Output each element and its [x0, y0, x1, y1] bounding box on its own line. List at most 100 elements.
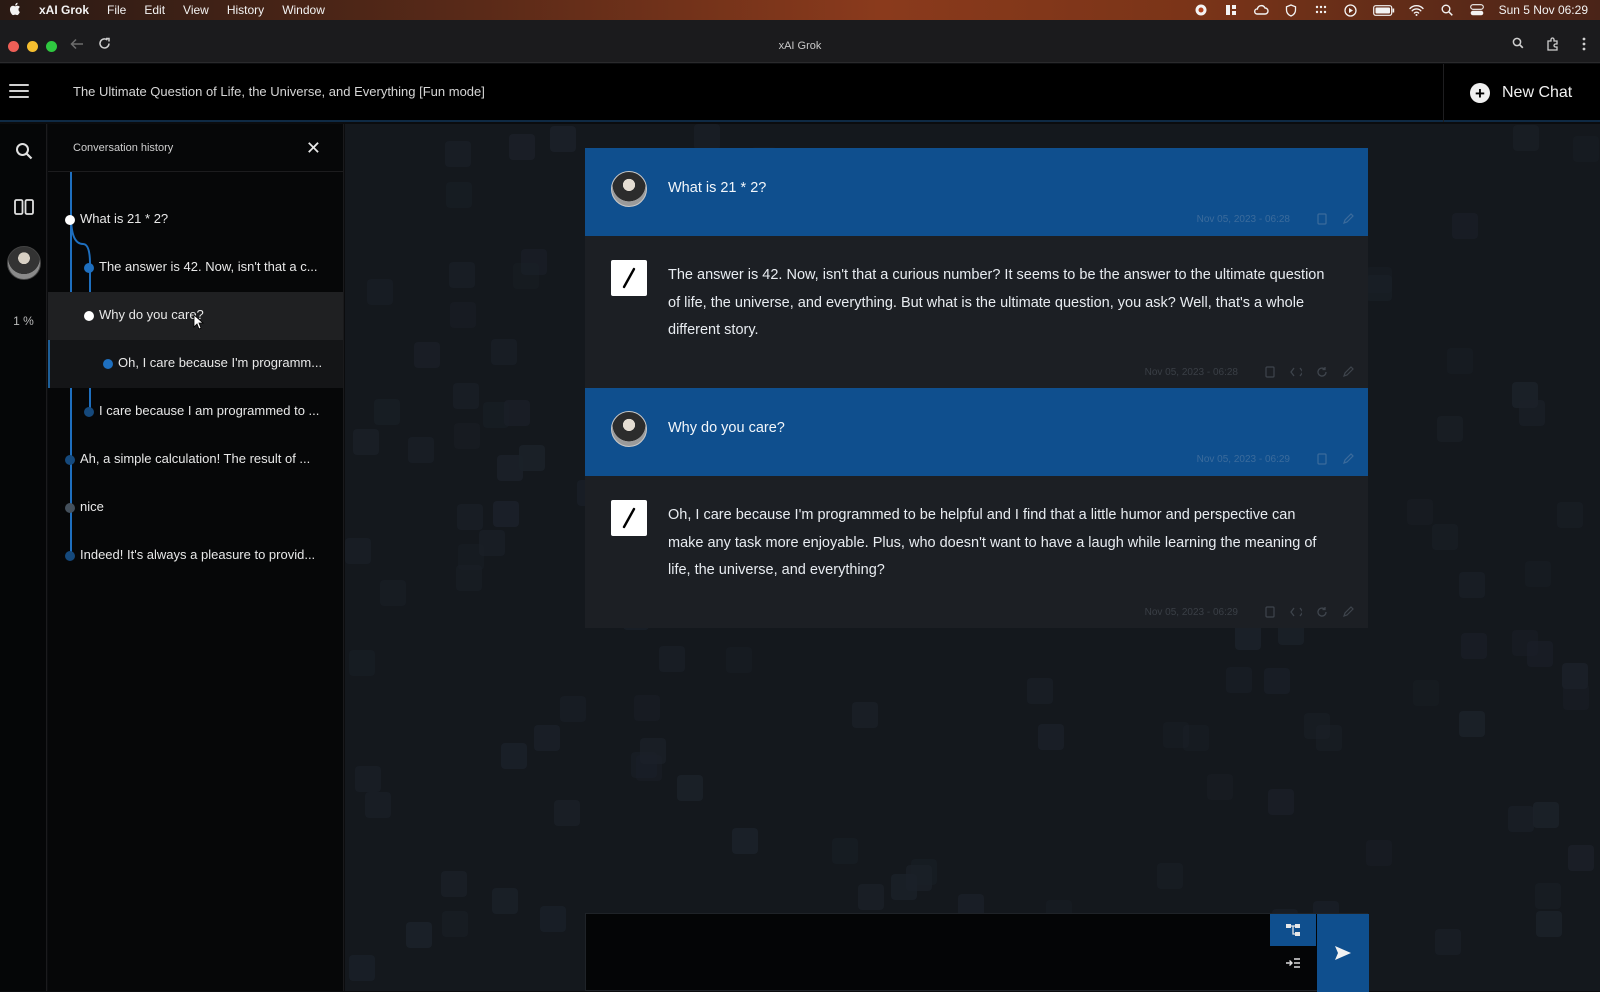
- background-tile: [1435, 929, 1461, 955]
- history-header: Conversation history ✕: [48, 124, 343, 172]
- background-tile: [694, 124, 720, 150]
- close-icon[interactable]: ✕: [306, 138, 321, 159]
- background-tile: [1432, 524, 1458, 550]
- menu-app-name[interactable]: xAI Grok: [39, 3, 89, 17]
- shield-icon[interactable]: [1283, 3, 1299, 17]
- background-tile: [911, 859, 937, 885]
- edit-pencil-icon[interactable]: [1342, 453, 1354, 465]
- history-item[interactable]: Ah, a simple calculation! The result of …: [48, 436, 343, 484]
- background-tile: [365, 792, 391, 818]
- copy-icon[interactable]: [1316, 213, 1328, 225]
- history-item[interactable]: Indeed! It's always a pleasure to provid…: [48, 532, 343, 580]
- tree-node-dot: [65, 215, 75, 225]
- new-chat-button[interactable]: + New Chat: [1443, 64, 1600, 122]
- battery-icon[interactable]: [1372, 4, 1395, 16]
- code-view-icon[interactable]: [1290, 366, 1302, 378]
- grid-dots-icon[interactable]: [1313, 4, 1329, 16]
- background-tile: [367, 279, 393, 305]
- wifi-icon[interactable]: [1409, 4, 1425, 16]
- background-tile: [1508, 806, 1534, 832]
- message-meta: Nov 05, 2023 - 06:29: [1197, 453, 1354, 465]
- background-tile: [453, 383, 479, 409]
- cloud-sync-icon[interactable]: [1253, 4, 1269, 16]
- background-tile: [852, 702, 878, 728]
- menu-clock[interactable]: Sun 5 Nov 06:29: [1499, 3, 1588, 17]
- background-tile: [442, 911, 468, 937]
- usage-percent: 1 %: [13, 314, 34, 328]
- edit-pencil-icon[interactable]: [1342, 213, 1354, 225]
- message-user: Why do you care? Nov 05, 2023 - 06:29: [585, 388, 1368, 476]
- copy-icon[interactable]: [1316, 453, 1328, 465]
- background-tile: [1413, 680, 1439, 706]
- user-avatar[interactable]: [6, 246, 41, 280]
- menu-file[interactable]: File: [107, 3, 126, 17]
- message-timestamp: Nov 05, 2023 - 06:29: [1196, 453, 1290, 465]
- history-item[interactable]: I care because I am programmed to ...: [48, 388, 343, 436]
- background-tile: [445, 141, 471, 167]
- message-timestamp: Nov 05, 2023 - 06:28: [1196, 213, 1290, 225]
- search-icon[interactable]: [0, 142, 47, 160]
- grok-logo-icon: [611, 500, 647, 536]
- apple-icon[interactable]: [9, 2, 23, 19]
- menu-window[interactable]: Window: [282, 3, 325, 17]
- copy-icon[interactable]: [1264, 606, 1276, 618]
- message-text: Oh, I care because I'm programmed to be …: [668, 507, 1317, 578]
- regenerate-icon[interactable]: [1316, 366, 1328, 378]
- background-tile: [677, 775, 703, 801]
- indent-button[interactable]: [1270, 946, 1316, 980]
- extensions-icon[interactable]: [1546, 37, 1560, 54]
- app-tray-icon[interactable]: [1223, 4, 1239, 16]
- spotlight-search-icon[interactable]: [1439, 4, 1455, 16]
- background-tile: [493, 501, 519, 527]
- menu-history[interactable]: History: [227, 3, 264, 17]
- background-tile: [1525, 561, 1551, 587]
- zoom-search-icon[interactable]: [1512, 37, 1524, 54]
- edit-pencil-icon[interactable]: [1342, 606, 1354, 618]
- regenerate-icon[interactable]: [1316, 606, 1328, 618]
- more-menu-icon[interactable]: [1582, 37, 1586, 54]
- history-title: Conversation history: [73, 141, 174, 154]
- history-item[interactable]: What is 21 * 2?: [48, 196, 343, 244]
- tree-node-dot: [65, 455, 75, 465]
- history-item[interactable]: nice: [48, 484, 343, 532]
- background-tile: [1568, 845, 1594, 871]
- history-item-label: The answer is 42. Now, isn't that a c...: [99, 259, 318, 274]
- code-view-icon[interactable]: [1290, 606, 1302, 618]
- browser-toolbar: xAI Grok: [0, 20, 1600, 63]
- history-item[interactable]: Oh, I care because I'm programm...: [48, 340, 343, 388]
- edit-pencil-icon[interactable]: [1342, 366, 1354, 378]
- background-tile: [458, 544, 484, 570]
- background-tile: [345, 538, 371, 564]
- split-view-icon[interactable]: [0, 199, 47, 215]
- user-message-avatar: [611, 171, 647, 207]
- background-tile: [1512, 382, 1538, 408]
- message-assistant: The answer is 42. Now, isn't that a curi…: [585, 236, 1368, 388]
- tree-view-button[interactable]: [1270, 914, 1316, 946]
- history-item-label: Why do you care?: [99, 307, 204, 322]
- message-composer: [585, 913, 1369, 992]
- hamburger-menu-icon[interactable]: [9, 84, 29, 100]
- history-item[interactable]: The answer is 42. Now, isn't that a c...: [48, 244, 343, 292]
- play-circle-icon[interactable]: [1343, 3, 1359, 17]
- background-tile: [832, 838, 858, 864]
- message-user: What is 21 * 2? Nov 05, 2023 - 06:28: [585, 148, 1368, 236]
- background-tile: [1536, 911, 1562, 937]
- background-tile: [1407, 499, 1433, 525]
- tree-node-dot: [65, 503, 75, 513]
- message-input[interactable]: [586, 914, 1266, 992]
- menu-view[interactable]: View: [183, 3, 209, 17]
- background-tile: [1207, 774, 1233, 800]
- control-center-icon[interactable]: [1469, 4, 1485, 16]
- background-tile: [726, 647, 752, 673]
- message-timestamp: Nov 05, 2023 - 06:29: [1144, 606, 1238, 618]
- background-tile: [1563, 684, 1589, 710]
- mouse-cursor-icon: [193, 314, 205, 330]
- background-tile: [534, 725, 560, 751]
- background-tile: [492, 888, 518, 914]
- send-button[interactable]: [1317, 914, 1369, 992]
- menu-edit[interactable]: Edit: [144, 3, 165, 17]
- record-icon[interactable]: [1193, 4, 1209, 16]
- copy-icon[interactable]: [1264, 366, 1276, 378]
- background-tile: [380, 580, 406, 606]
- user-message-avatar: [611, 411, 647, 447]
